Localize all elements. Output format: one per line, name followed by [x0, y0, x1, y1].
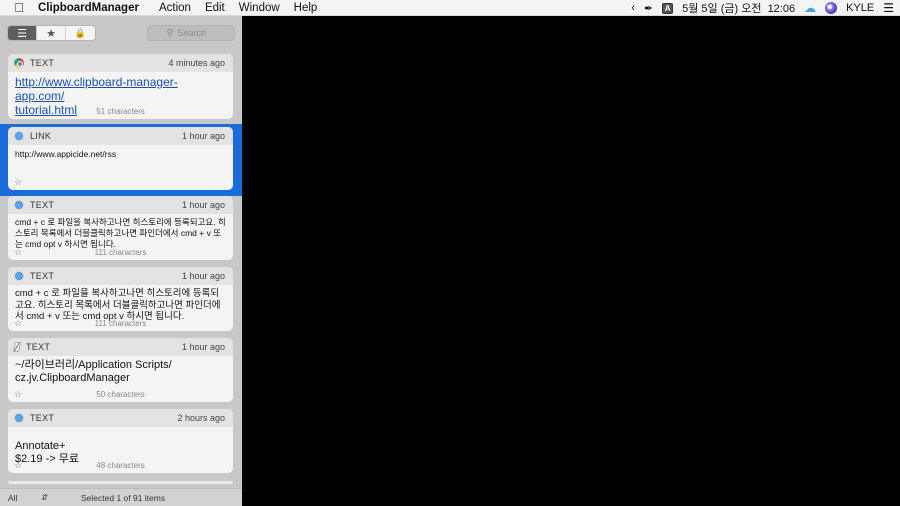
menu-app-name[interactable]: ClipboardManager	[38, 2, 146, 14]
status-area: ‹ ✒ A 5월 5일 (금) 오전 12:06 ☁ KYLE ☰	[631, 0, 894, 16]
favorite-star-icon[interactable]: ☆	[14, 460, 22, 471]
clip-content[interactable]: cmd + c 로 파일을 복사하고나면 히스토리에 등록되고요. 히스토리 목…	[8, 214, 233, 250]
clip-item[interactable]: TEXT 1 hour ago cmd + c 로 파일을 복사하고나면 히스토…	[8, 196, 233, 260]
user-name[interactable]: KYLE	[846, 2, 874, 14]
clip-item[interactable]: TEXT 1 hour ago ~/라이브러리/Application Scri…	[8, 338, 233, 402]
clip-item[interactable]: TEXT 4 minutes ago http://www.clipboard-…	[8, 54, 233, 119]
safari-icon	[14, 131, 24, 141]
clip-header: TEXT 1 hour ago	[8, 267, 233, 285]
menu-bar:  ClipboardManager Action Edit Window He…	[0, 0, 900, 16]
favorite-star-icon[interactable]: ☆	[14, 177, 22, 188]
clip-type: TEXT	[30, 200, 55, 210]
clip-type: LINK	[30, 131, 52, 141]
chrome-icon	[14, 58, 24, 68]
clip-content[interactable]: http://www.appicide.net/rss	[8, 145, 233, 160]
search-field[interactable]: ⚲	[147, 25, 235, 41]
siri-icon[interactable]	[825, 2, 838, 14]
quill-icon[interactable]: ✒	[644, 2, 653, 15]
filter-select[interactable]: All ⇵	[8, 493, 48, 503]
safari-icon	[14, 200, 24, 210]
clip-time: 1 hour ago	[181, 200, 225, 210]
chevron-left-icon[interactable]: ‹	[631, 2, 635, 14]
next-clip-edge	[8, 481, 233, 484]
clip-header: TEXT 4 minutes ago	[8, 54, 233, 72]
clip-content[interactable]: ~/라이브러리/Application Scripts/ cz.jv.Clipb…	[8, 356, 233, 385]
updown-chevron-icon: ⇵	[41, 493, 48, 502]
clip-char-count: 51 characters	[96, 106, 145, 116]
clip-time: 2 hours ago	[177, 413, 225, 423]
clip-char-count: 50 characters	[96, 389, 145, 399]
clip-time: 1 hour ago	[181, 342, 225, 352]
filter-value: All	[8, 492, 18, 503]
list-view-button[interactable]: ☰	[8, 26, 37, 40]
safari-icon	[14, 413, 24, 423]
clip-time: 1 hour ago	[181, 131, 225, 141]
clip-footer: ☆ 51 characters	[8, 105, 233, 117]
star-icon: ★	[46, 27, 56, 40]
clipboard-panel: ☰ ★ 🔒 ⚲ TEXT 4 minutes ago http://www.cl…	[0, 16, 242, 506]
favorite-star-icon[interactable]: ☆	[14, 106, 22, 117]
view-segmented-control: ☰ ★ 🔒	[7, 25, 96, 41]
favorite-star-icon[interactable]: ☆	[14, 318, 22, 329]
clip-char-count: 111 characters	[94, 318, 147, 328]
clip-type: TEXT	[30, 271, 55, 281]
lock-button[interactable]: 🔒	[66, 26, 95, 40]
clip-char-count: 48 characters	[96, 460, 145, 470]
clip-footer: ☆ 111 characters	[8, 246, 233, 258]
clip-item[interactable]: TEXT 2 hours ago Annotate+ $2.19 -> 무료 ☆…	[8, 409, 233, 473]
clip-type: TEXT	[30, 58, 55, 68]
favorite-star-icon[interactable]: ☆	[14, 247, 22, 258]
toolbar: ☰ ★ 🔒 ⚲	[0, 16, 242, 50]
weather-icon[interactable]: ☁	[804, 1, 816, 15]
clip-footer: ☆ 48 characters	[8, 459, 233, 471]
favorite-star-icon[interactable]: ☆	[14, 389, 22, 400]
search-input[interactable]	[177, 28, 216, 38]
clip-type: TEXT	[26, 342, 51, 352]
clip-header: TEXT 2 hours ago	[8, 409, 233, 427]
menu-help[interactable]: Help	[287, 2, 325, 14]
selection-count: Selected 1 of 91 items	[81, 492, 166, 503]
clip-item-selected[interactable]: LINK 1 hour ago http://www.appicide.net/…	[8, 127, 233, 190]
menu-window[interactable]: Window	[232, 2, 287, 14]
clip-header: TEXT 1 hour ago	[8, 196, 233, 214]
script-editor-icon	[12, 342, 22, 352]
input-source-icon[interactable]: A	[662, 2, 674, 14]
search-icon: ⚲	[166, 27, 174, 39]
apple-menu-icon[interactable]: 	[0, 0, 38, 15]
clip-char-count: 111 characters	[94, 247, 147, 257]
clip-footer: ☆	[8, 176, 233, 188]
lock-icon: 🔒	[74, 27, 87, 38]
clip-footer: ☆ 111 characters	[8, 317, 233, 329]
menu-action[interactable]: Action	[152, 2, 198, 14]
clip-time: 1 hour ago	[181, 271, 225, 281]
clip-type: TEXT	[30, 413, 55, 423]
clip-item[interactable]: TEXT 1 hour ago cmd + c 로 파일을 복사하고나면 히스토…	[8, 267, 233, 331]
favorites-button[interactable]: ★	[37, 26, 66, 40]
clip-time: 4 minutes ago	[168, 58, 225, 68]
notification-center-icon[interactable]: ☰	[883, 1, 894, 15]
clip-footer: ☆ 50 characters	[8, 388, 233, 400]
menu-edit[interactable]: Edit	[198, 2, 232, 14]
status-bar: All ⇵ Selected 1 of 91 items	[0, 488, 242, 506]
list-icon: ☰	[17, 27, 27, 40]
clip-header: TEXT 1 hour ago	[8, 338, 233, 356]
safari-icon	[14, 271, 24, 281]
clip-list[interactable]: TEXT 4 minutes ago http://www.clipboard-…	[0, 50, 242, 488]
date-time[interactable]: 5월 5일 (금) 오전 12:06	[682, 0, 795, 16]
clip-header: LINK 1 hour ago	[8, 127, 233, 145]
